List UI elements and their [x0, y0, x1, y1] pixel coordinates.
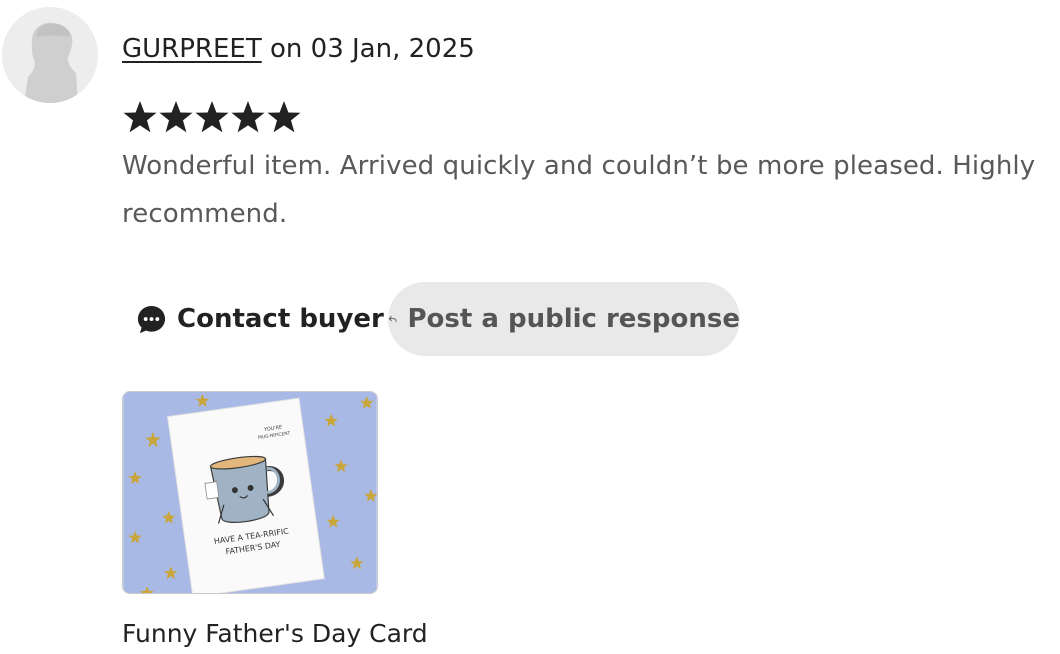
date-prefix: on [270, 34, 303, 64]
reply-arrow-icon [388, 316, 397, 323]
reviewer-name-link[interactable]: GURPREET [122, 34, 262, 64]
star-icon [231, 101, 265, 133]
greeting-card: YOU'RE MUG-NIFICENT HAVE A TEA-RRIFIC FA… [166, 397, 325, 593]
contact-buyer-button[interactable]: Contact buyer [122, 283, 400, 355]
product-thumbnail[interactable]: YOU'RE MUG-NIFICENT HAVE A TEA-RRIFIC FA… [122, 391, 378, 594]
star-icon [123, 101, 157, 133]
review-text: Wonderful item. Arrived quickly and coul… [122, 151, 1036, 229]
star-icon [267, 101, 301, 133]
avatar[interactable] [2, 7, 98, 103]
star-icon [159, 101, 193, 133]
post-public-response-button[interactable]: Post a public response [388, 282, 740, 356]
star-rating [122, 98, 302, 138]
default-user-silhouette-icon [2, 7, 98, 103]
post-public-response-label: Post a public response [407, 304, 740, 334]
fathers-day-card-image: YOU'RE MUG-NIFICENT HAVE A TEA-RRIFIC FA… [123, 392, 377, 593]
chat-bubble-icon [137, 305, 166, 333]
contact-buyer-label: Contact buyer [177, 304, 384, 334]
star-icon [195, 101, 229, 133]
review-date: 03 Jan, 2025 [310, 34, 475, 64]
review-meta: GURPREET on 03 Jan, 2025 [122, 31, 475, 67]
product-title-link[interactable]: Funny Father's Day Card [122, 616, 428, 652]
